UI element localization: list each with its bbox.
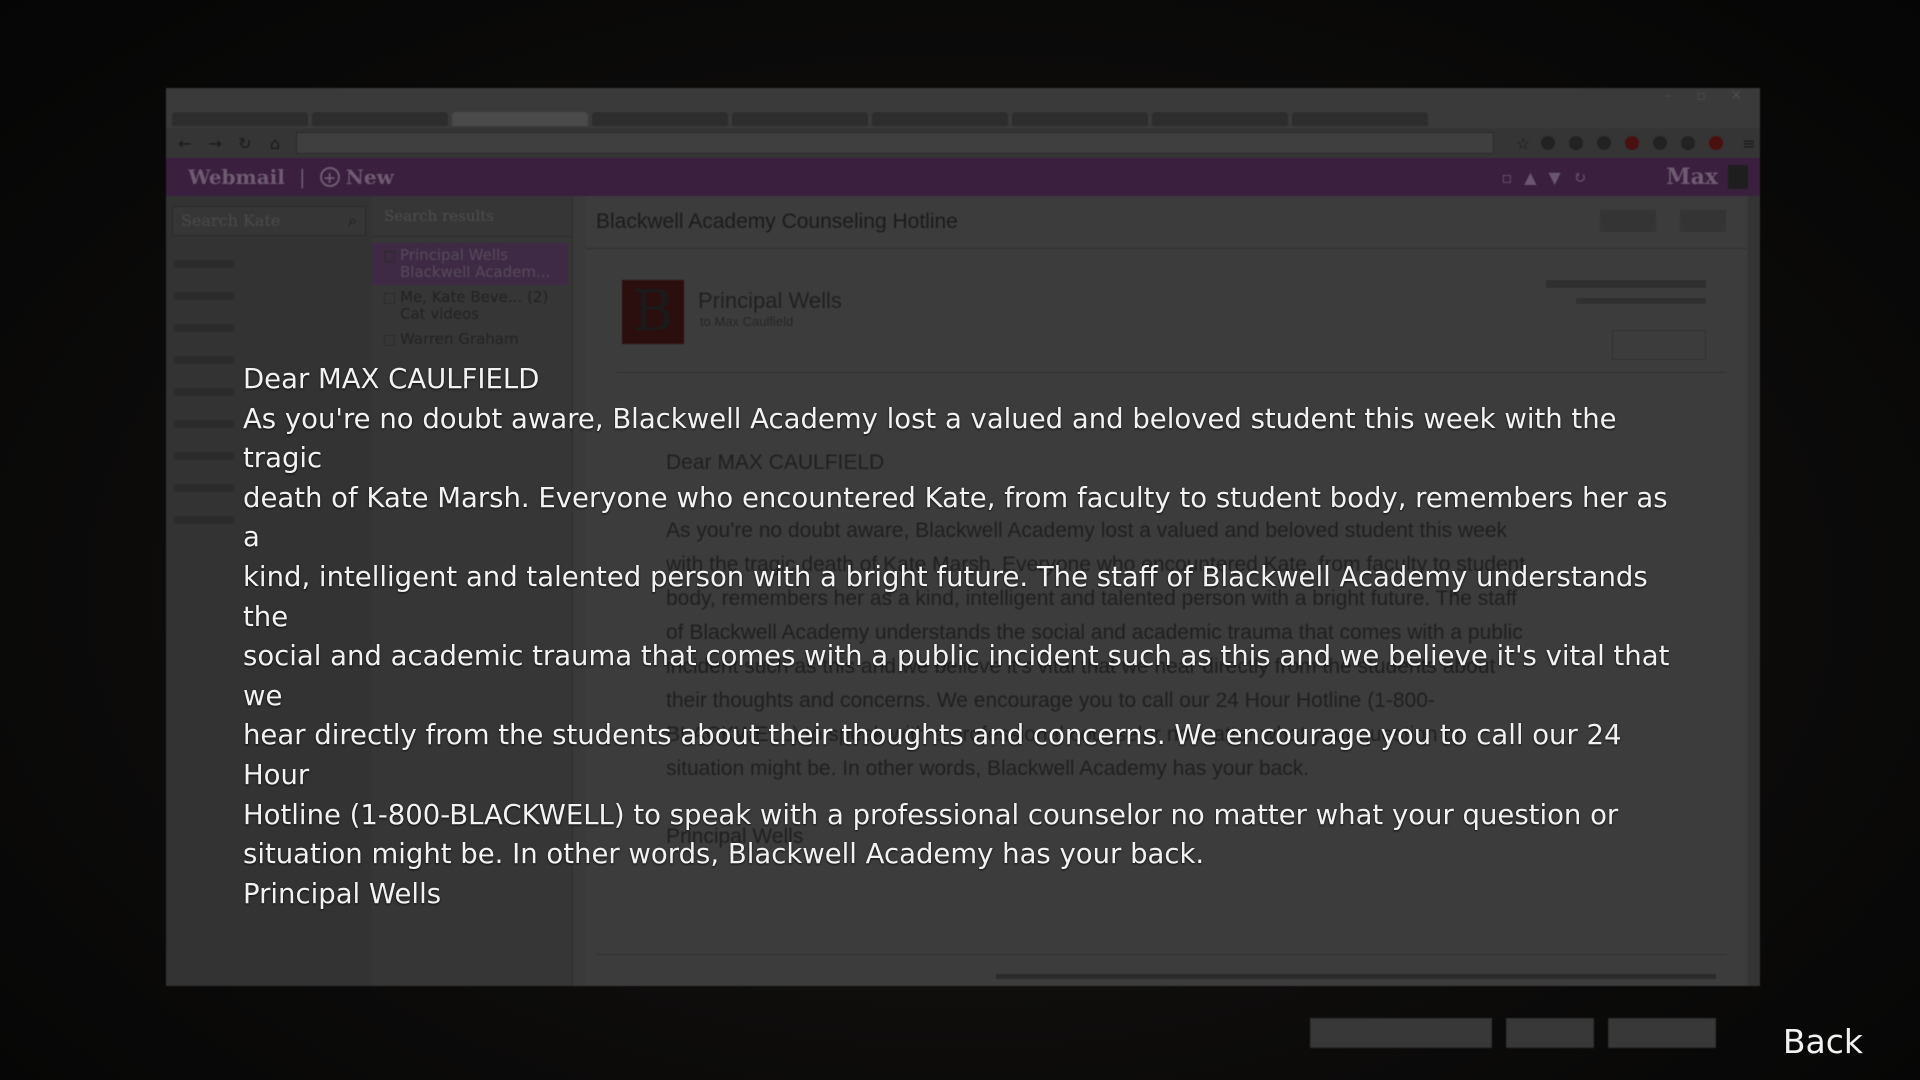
divider [586, 248, 1746, 249]
overlay-line: social and academic trauma that comes wi… [243, 640, 1670, 712]
overlay-line: Hotline (1-800-BLACKWELL) to speak with … [243, 798, 1619, 831]
result-item-selected: Principal Wells Blackwell Academ... [372, 243, 568, 285]
overlay-line: situation might be. In other words, Blac… [243, 838, 1205, 871]
sender-name: Principal Wells [698, 288, 842, 313]
browser-tab [872, 112, 1008, 126]
back-arrow-icon: ← [178, 133, 192, 153]
refresh-icon: ↻ [1572, 167, 1587, 187]
avatar [1728, 165, 1748, 189]
browser-nav-bar: ← → ↻ ⌂ ☆ ≡ [166, 128, 1760, 158]
sender-recipient: to Max Caulfield [700, 314, 794, 329]
webmail-title: Webmail [188, 165, 285, 189]
overlay-line: As you're no doubt aware, Blackwell Acad… [243, 402, 1617, 475]
forward-button [1310, 1018, 1492, 1048]
address-bar [296, 132, 1494, 154]
gear-icon [1680, 210, 1726, 232]
folder-item [174, 420, 234, 428]
webmail-separator: | [298, 165, 306, 189]
down-arrow-icon: ▼ [1548, 167, 1561, 187]
browser-tab [1012, 112, 1148, 126]
overlay-greeting: Dear MAX CAULFIELD [243, 363, 540, 395]
folder-item [174, 356, 234, 364]
reply-button [1612, 330, 1706, 360]
folder-item [174, 260, 234, 268]
checkbox-icon [384, 251, 395, 262]
folder-item [174, 324, 234, 332]
extension-icon [1681, 136, 1695, 150]
checkbox-icon [384, 293, 395, 304]
extension-icon [1625, 136, 1639, 150]
result-sender: Warren Graham [400, 330, 519, 348]
browser-tab [732, 112, 868, 126]
divider [596, 954, 1726, 955]
home-icon: ⌂ [269, 133, 281, 153]
result-subject: Blackwell Academ... [400, 263, 551, 281]
star-icon: ☆ [1515, 133, 1531, 153]
browser-tab [1152, 112, 1288, 126]
window-controls: – ▫ ✕ [1664, 88, 1752, 104]
reply-all-button [1506, 1018, 1594, 1048]
menu-icon: ≡ [1742, 133, 1756, 153]
message-actions [1310, 1018, 1716, 1048]
result-item: Warren Graham [372, 327, 572, 352]
result-item: Me, Kate Beve... (2) Cat videos [372, 285, 572, 327]
browser-tab [592, 112, 728, 126]
overlay-line: kind, intelligent and talented person wi… [243, 560, 1648, 633]
email-overlay-text: Dear MAX CAULFIELD As you're no doubt aw… [243, 360, 1683, 914]
browser-tab [312, 112, 448, 126]
folder-item [174, 516, 234, 524]
folder-item [174, 484, 234, 492]
browser-tab [1292, 112, 1428, 126]
result-subject: Cat videos [400, 305, 480, 323]
back-button[interactable]: Back [1783, 1022, 1863, 1061]
extension-icon [1709, 136, 1723, 150]
extension-icon [1569, 136, 1583, 150]
forward-arrow-icon: → [208, 133, 222, 153]
reload-icon: ↻ [238, 133, 252, 153]
message-date-placeholder [1546, 280, 1706, 288]
extension-icon [1541, 136, 1555, 150]
folder-icon: ▫ [1501, 167, 1513, 187]
folder-search-placeholder: Search Kate [181, 211, 281, 230]
results-header: Search results [372, 196, 572, 237]
message-subject: Blackwell Academy Counseling Hotline [596, 210, 958, 233]
user-name: Max [1666, 164, 1718, 190]
webmail-tools: ▫ ▲ ▼ ↻ [1501, 168, 1586, 187]
folder-search-input: Search Kate ⌕ [172, 206, 366, 236]
message-date-placeholder [1576, 298, 1706, 304]
search-icon: ⌕ [348, 211, 357, 230]
browser-tab-strip [166, 112, 1760, 128]
scrollbar [1748, 196, 1760, 986]
sender-logo: B [622, 280, 684, 344]
game-screen: – ▫ ✕ ← → ↻ ⌂ ☆ ≡ Webmail | + New ▫ ▲ ▼ … [0, 0, 1920, 1080]
result-sender: Me, Kate Beve... (2) [400, 288, 549, 306]
browser-tab [172, 112, 308, 126]
overlay-signature: Principal Wells [243, 877, 442, 910]
browser-tab-active [452, 112, 588, 126]
print-button [1608, 1018, 1716, 1048]
extension-icon [1597, 136, 1611, 150]
folder-item [174, 388, 234, 396]
checkbox-icon [384, 335, 395, 346]
webmail-header: Webmail | + New ▫ ▲ ▼ ↻ Max [166, 158, 1760, 196]
overlay-line: hear directly from the students about th… [243, 719, 1622, 791]
message-nav-arrows [1600, 210, 1656, 232]
folder-item [174, 452, 234, 460]
result-sender: Principal Wells [400, 246, 509, 264]
overlay-line: death of Kate Marsh. Everyone who encoun… [243, 481, 1668, 554]
plus-icon: + [319, 167, 340, 187]
new-mail-button: + New [319, 165, 394, 189]
up-arrow-icon: ▲ [1524, 167, 1537, 187]
message-footer [996, 974, 1716, 979]
extension-icon [1653, 136, 1667, 150]
new-mail-label: New [345, 165, 394, 189]
folder-item [174, 292, 234, 300]
